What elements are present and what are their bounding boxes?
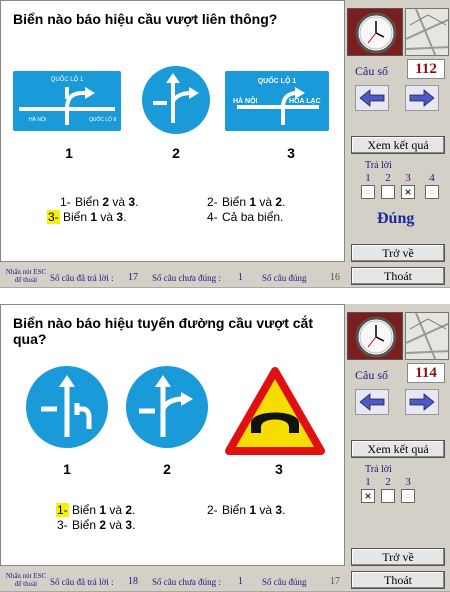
exit-button[interactable]: Thoát [351,571,445,589]
view-result-button[interactable]: Xem kết quả [351,440,445,458]
option-number-4: 4 [429,172,435,184]
answer-checkbox-3[interactable] [401,489,415,503]
clock-icon [347,8,403,56]
option-number-1: 1 [365,172,371,184]
answer-checkbox-3[interactable]: × [401,185,415,199]
sign-3-interchange-rect: QUỐC LỘ 1 HÀ NỘI HÒA LẠC [223,69,331,133]
sign-number-3: 3 [287,145,295,161]
arrow-left-icon [359,393,385,411]
question-area: Biển nào báo hiệu tuyến đường cầu vượt c… [0,304,345,566]
arrow-right-icon [409,89,435,107]
answered-count: 18 [128,576,138,587]
sign-number-2: 2 [163,461,171,477]
sign-2-round-interchange [126,366,208,448]
sign-1-top-text: QUỐC LỘ 1 [51,76,84,83]
next-question-button[interactable] [405,85,439,111]
unanswered-count: 1 [238,576,243,587]
sidebar: Câu số 112 Xem kết quả Trả lời 1 2 3 4 ×… [347,0,450,285]
answer-option-2[interactable]: 2- Biển 1 và 2. [206,195,285,209]
selected-answer-highlight: 1- [56,503,69,517]
answer-option-2[interactable]: 2- Biển 1 và 3. [206,503,285,517]
view-result-button[interactable]: Xem kết quả [351,136,445,154]
question-number: 112 [407,59,445,79]
sign-3-left-text: HÀ NỘI [233,96,258,105]
answer-checkbox-2[interactable] [381,185,395,199]
answered-count: 17 [128,272,138,283]
answer-label: Trả lời [365,464,392,475]
esc-help-text: Nhấn nút ESC để thoát [5,572,47,588]
back-button[interactable]: Trở về [351,548,445,566]
answered-label: Số câu đã trả lời : [50,273,114,283]
esc-help-text: Nhấn nút ESC để thoát [5,268,47,284]
next-question-button[interactable] [405,389,439,415]
sign-1-round-overpass [26,366,108,448]
answer-option-3[interactable]: 3- Biển 1 và 3. [47,210,126,224]
question-number: 114 [407,363,445,383]
sidebar: Câu số 114 Xem kết quả Trả lời 1 2 3 × T… [347,304,450,589]
sign-1-right-text: QUỐC LỘ 8 [89,116,116,123]
question-number-label: Câu số [355,64,388,78]
answer-checkbox-1[interactable]: × [361,489,375,503]
option-number-3: 3 [405,476,411,488]
screen-separator [0,288,450,304]
status-bar: Nhấn nút ESC để thoát Số câu đã trả lời :… [0,266,345,288]
map-icon [405,8,449,56]
option-number-2: 2 [385,476,391,488]
arrow-left-icon [359,89,385,107]
sign-number-3: 3 [275,461,283,477]
arrow-right-icon [409,393,435,411]
answered-label: Số câu đã trả lời : [50,577,114,587]
question-text: Biển nào báo hiệu cầu vượt liên thông? [13,11,278,27]
answer-option-1[interactable]: 1- Biển 1 và 2. [56,503,135,517]
sign-3-right-text: HÒA LẠC [289,96,321,105]
quiz-screen-1: Biển nào báo hiệu cầu vượt liên thông? Q… [0,0,450,288]
sign-1-left-text: HÀ NỘI [29,116,46,123]
sign-number-2: 2 [172,145,180,161]
exit-button[interactable]: Thoát [351,267,445,285]
answer-checkbox-4[interactable] [425,185,439,199]
clock-icon [347,312,403,360]
option-number-1: 1 [365,476,371,488]
unanswered-label: Số câu chưa đúng : [152,577,221,587]
question-number-label: Câu số [355,368,388,382]
status-bar: Nhấn nút ESC để thoát Số câu đã trả lời :… [0,570,345,592]
prev-question-button[interactable] [355,389,389,415]
sign-3-warning-bridge [225,367,325,455]
question-text: Biển nào báo hiệu tuyến đường cầu vượt c… [13,315,313,347]
map-icon [405,312,449,360]
correct-count: 17 [330,576,340,587]
back-button[interactable]: Trở về [351,244,445,262]
sign-number-1: 1 [63,461,71,477]
correct-count: 16 [330,272,340,283]
selected-answer-highlight: 3- [47,210,60,224]
answer-option-3[interactable]: 3- Biển 2 và 3. [56,518,135,532]
answer-label: Trả lời [365,160,392,171]
option-number-3: 3 [405,172,411,184]
unanswered-count: 1 [238,272,243,283]
answer-option-1[interactable]: 1- Biển 2 và 3. [59,195,138,209]
sign-number-1: 1 [65,145,73,161]
sign-2-round-interchange [142,66,210,134]
correct-label: Số câu đúng [262,273,307,283]
quiz-screen-2: Biển nào báo hiệu tuyến đường cầu vượt c… [0,304,450,592]
option-number-2: 2 [385,172,391,184]
question-area: Biển nào báo hiệu cầu vượt liên thông? Q… [0,0,345,262]
answer-checkbox-1[interactable] [361,185,375,199]
result-text: Đúng [377,210,415,227]
answer-option-4[interactable]: 4- Cả ba biển. [206,210,283,224]
correct-label: Số câu đúng [262,577,307,587]
sign-1-interchange-rect: QUỐC LỘ 1 HÀ NỘI QUỐC LỘ 8 [11,69,123,133]
unanswered-label: Số câu chưa đúng : [152,273,221,283]
answer-checkbox-2[interactable] [381,489,395,503]
prev-question-button[interactable] [355,85,389,111]
